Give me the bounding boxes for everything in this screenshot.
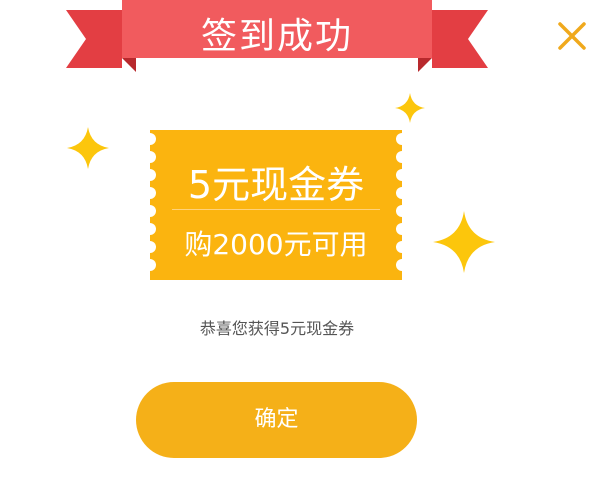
- coupon-amount: 5元现金券: [187, 163, 365, 207]
- title-ribbon: 签到成功: [66, 0, 488, 72]
- dialog-title: 签到成功: [200, 16, 353, 57]
- sparkle-icon: [433, 211, 495, 273]
- close-icon: [558, 22, 586, 50]
- close-button[interactable]: [556, 20, 588, 52]
- coupon-condition: 购2000元可用: [184, 228, 368, 261]
- sparkle-icon: [67, 127, 109, 169]
- sparkle-icon: [395, 93, 425, 123]
- coupon-divider: [172, 209, 380, 210]
- coupon-ticket: 5元现金券 购2000元可用: [150, 130, 402, 280]
- confirm-button[interactable]: 确定: [136, 382, 417, 458]
- reward-message: 恭喜您获得5元现金券: [199, 319, 355, 338]
